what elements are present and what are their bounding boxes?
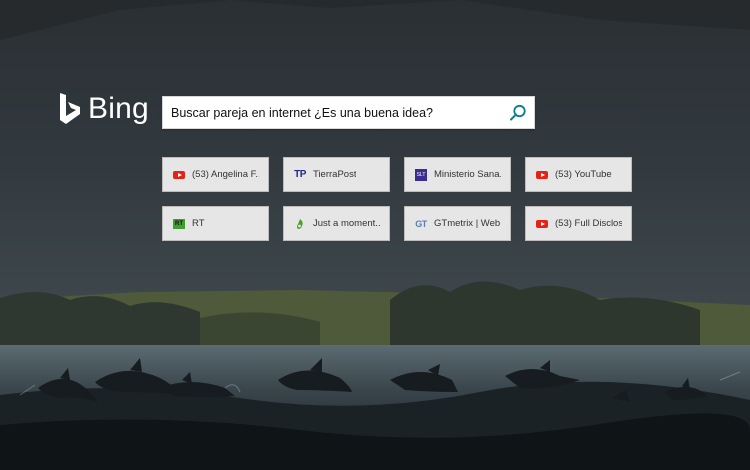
tile-label: Ministerio Sana... — [434, 169, 501, 180]
search-icon — [510, 104, 526, 120]
top-site-tile-angelina[interactable]: (53) Angelina F... — [162, 157, 269, 192]
youtube-icon — [535, 218, 549, 230]
tile-label: RT — [192, 218, 205, 229]
youtube-icon — [535, 169, 549, 181]
search-input[interactable] — [163, 97, 502, 128]
tile-label: TierraPost — [313, 169, 357, 180]
bing-logo[interactable]: Bing — [58, 92, 149, 126]
bing-logo-icon — [60, 93, 80, 124]
tile-label: (53) Angelina F... — [192, 169, 259, 180]
search-box — [162, 96, 535, 129]
tierrapost-icon: TP — [294, 169, 306, 180]
tile-label: (53) Full Disclos... — [555, 218, 622, 229]
ministerio-icon: SLT — [414, 168, 428, 181]
top-site-tile-full-disclosure[interactable]: (53) Full Disclos... — [525, 206, 632, 241]
gtmetrix-icon: GT — [415, 218, 427, 229]
search-button[interactable] — [502, 97, 534, 128]
top-site-tile-just-a-moment[interactable]: Just a moment... — [283, 206, 390, 241]
bing-logo-text: Bing — [88, 92, 149, 125]
top-site-tile-gtmetrix[interactable]: GT GTmetrix | Web... — [404, 206, 511, 241]
tile-label: GTmetrix | Web... — [434, 218, 501, 229]
top-site-tile-ministerio[interactable]: SLT Ministerio Sana... — [404, 157, 511, 192]
tile-label: (53) YouTube — [555, 169, 612, 180]
cloudflare-icon — [293, 218, 307, 230]
youtube-icon — [172, 169, 186, 181]
top-site-tile-rt[interactable]: RT RT — [162, 206, 269, 241]
top-site-tile-youtube[interactable]: (53) YouTube — [525, 157, 632, 192]
top-site-tile-tierrapost[interactable]: TP TierraPost — [283, 157, 390, 192]
rt-icon: RT — [173, 218, 185, 229]
tile-label: Just a moment... — [313, 218, 380, 229]
top-sites-grid: (53) Angelina F... TP TierraPost SLT Min… — [162, 157, 632, 241]
